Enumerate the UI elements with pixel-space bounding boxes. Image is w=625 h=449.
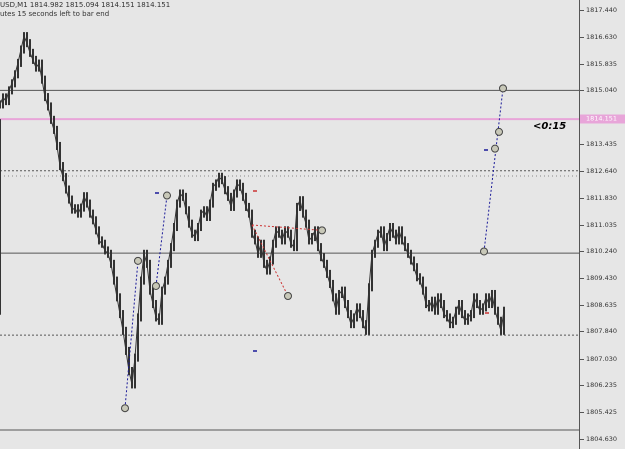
swing-point-marker [491,144,499,153]
price-tick-label: 1815.040 [586,86,618,95]
price-tick-label: 1809.430 [586,274,618,283]
price-axis[interactable]: 1817.4401816.6301815.8351815.0401814.245… [579,0,625,449]
price-tick-mark [580,197,584,199]
price-tick-mark [580,439,584,440]
price-tick-label: 1811.830 [586,193,618,202]
bar-timer-label: utes 15 seconds left to bar end [0,10,110,18]
countdown-label: <0:15 [533,121,567,132]
swing-point-marker [318,226,326,235]
price-tick-label: 1804.630 [586,435,618,443]
swing-point-marker [480,247,488,256]
swing-point-marker [284,292,292,300]
price-tick-label: 1815.835 [586,59,618,68]
price-tick-mark [580,144,584,146]
chart-plot-area[interactable]: USD,M1 1814.982 1815.094 1814.151 1814.1… [0,0,579,449]
price-tick-label: 1810.240 [586,247,618,256]
price-tick-label: 1808.635 [586,300,618,309]
chart-svg[interactable] [0,0,579,449]
price-tick-mark [580,224,584,226]
swing-point-marker [134,256,142,265]
price-tick-label: 1805.425 [586,408,618,417]
price-tick-mark [580,331,584,333]
swing-point-marker [495,127,503,136]
price-tick-mark [580,412,584,414]
price-tick-label: 1817.440 [586,6,618,14]
up-trendline [483,88,504,252]
swing-point-marker [163,191,171,200]
current-price-tag: 1814.151 [580,114,625,124]
price-tick-mark [580,251,584,253]
price-tick-mark [580,304,584,306]
price-tick-label: 1812.640 [586,166,618,175]
up-trendline [155,195,168,287]
price-tick-mark [580,170,584,172]
price-tick-label: 1806.235 [586,381,618,390]
price-tick-mark [580,10,584,11]
price-tick-mark [580,358,584,360]
chart-window[interactable]: USD,M1 1814.982 1815.094 1814.151 1814.1… [0,0,625,449]
price-tick-label: 1811.035 [586,220,618,229]
swing-point-marker [121,404,129,413]
price-tick-mark [580,90,584,92]
price-tick-mark [580,278,584,280]
price-tick-label: 1816.630 [586,33,618,42]
price-tick-mark [580,385,584,387]
price-tick-label: 1813.435 [586,140,618,149]
price-tick-label: 1807.030 [586,354,618,363]
swing-point-marker [152,281,160,290]
price-tick-mark [580,37,584,39]
swing-point-marker [499,84,507,93]
price-tick-label: 1807.840 [586,327,618,336]
symbol-info-label: USD,M1 1814.982 1815.094 1814.151 1814.1… [0,1,171,9]
price-tick-mark [580,63,584,65]
